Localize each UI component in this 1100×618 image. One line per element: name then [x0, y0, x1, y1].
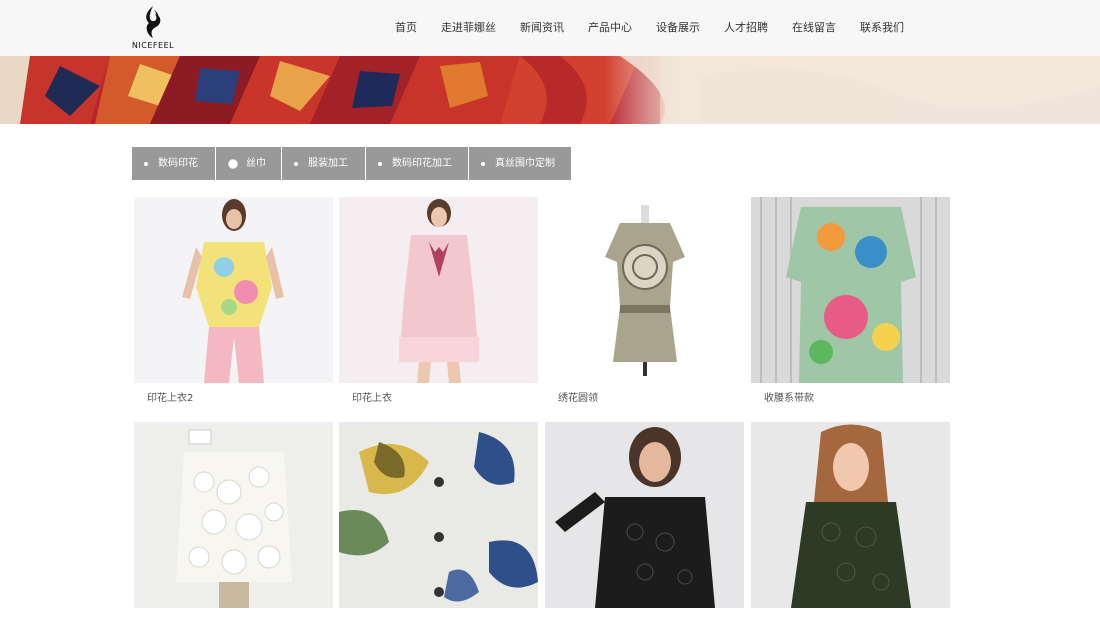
- nav-item-equipment[interactable]: 设备展示: [644, 0, 712, 56]
- nav-item-home[interactable]: 首页: [383, 0, 429, 56]
- product-card[interactable]: [339, 422, 538, 608]
- tab-label: 服装加工: [308, 158, 348, 169]
- tab-label: 数码印花加工: [392, 158, 452, 169]
- tab-label: 丝巾: [246, 158, 266, 169]
- tab-scarf[interactable]: 丝巾: [216, 147, 281, 180]
- bullet-icon: [144, 161, 148, 166]
- nav-item-products[interactable]: 产品中心: [576, 0, 644, 56]
- tab-digital-print-processing[interactable]: 数码印花加工: [366, 147, 468, 180]
- category-tabs: 数码印花 丝巾 服装加工 数码印花加工 真丝围巾定制: [132, 147, 572, 180]
- tab-label: 数码印花: [158, 158, 198, 169]
- nav-item-contact[interactable]: 联系我们: [848, 0, 916, 56]
- product-image[interactable]: [751, 197, 950, 383]
- main-nav: 首页 走进菲娜丝 新闻资讯 产品中心 设备展示 人才招聘 在线留言 联系我们: [383, 0, 916, 56]
- tab-silk-scarf-custom[interactable]: 真丝围巾定制: [469, 147, 571, 180]
- flame-swirl-logo-icon: [146, 6, 161, 38]
- product-image[interactable]: [339, 422, 538, 608]
- nav-item-news[interactable]: 新闻资讯: [508, 0, 576, 56]
- product-image[interactable]: [134, 422, 333, 608]
- nav-item-message[interactable]: 在线留言: [780, 0, 848, 56]
- bullet-icon: [294, 161, 298, 166]
- nav-item-about[interactable]: 走进菲娜丝: [429, 0, 508, 56]
- product-card[interactable]: [134, 422, 333, 608]
- silk-scarf-banner-image: [0, 56, 1100, 124]
- product-card[interactable]: [751, 422, 950, 608]
- tab-label: 真丝围巾定制: [495, 158, 555, 169]
- tab-garment-processing[interactable]: 服装加工: [282, 147, 365, 180]
- product-card[interactable]: [545, 422, 744, 608]
- product-card[interactable]: 收腰系带款: [751, 197, 950, 415]
- product-image[interactable]: [339, 197, 538, 383]
- product-card[interactable]: 绣花圆领: [545, 197, 744, 415]
- product-image[interactable]: [751, 422, 950, 608]
- product-caption[interactable]: 绣花圆领: [545, 383, 744, 415]
- bullet-icon: [481, 161, 485, 166]
- product-caption[interactable]: 印花上衣: [339, 383, 538, 415]
- nav-item-careers[interactable]: 人才招聘: [712, 0, 780, 56]
- tab-digital-print[interactable]: 数码印花: [132, 147, 215, 180]
- product-caption[interactable]: 收腰系带款: [751, 383, 950, 415]
- product-image[interactable]: [545, 197, 744, 383]
- radio-dot-icon: [228, 158, 238, 169]
- product-image[interactable]: [134, 197, 333, 383]
- product-caption[interactable]: 印花上衣2: [134, 383, 333, 415]
- bullet-icon: [378, 161, 382, 166]
- hero-banner: [0, 56, 1100, 124]
- product-image[interactable]: [545, 422, 744, 608]
- product-card[interactable]: 印花上衣: [339, 197, 538, 415]
- product-card[interactable]: 印花上衣2: [134, 197, 333, 415]
- site-logo[interactable]: NICEFEEL: [130, 4, 176, 52]
- logo-text: NICEFEEL: [131, 41, 175, 50]
- site-header: NICEFEEL 首页 走进菲娜丝 新闻资讯 产品中心 设备展示 人才招聘 在线…: [0, 0, 1100, 56]
